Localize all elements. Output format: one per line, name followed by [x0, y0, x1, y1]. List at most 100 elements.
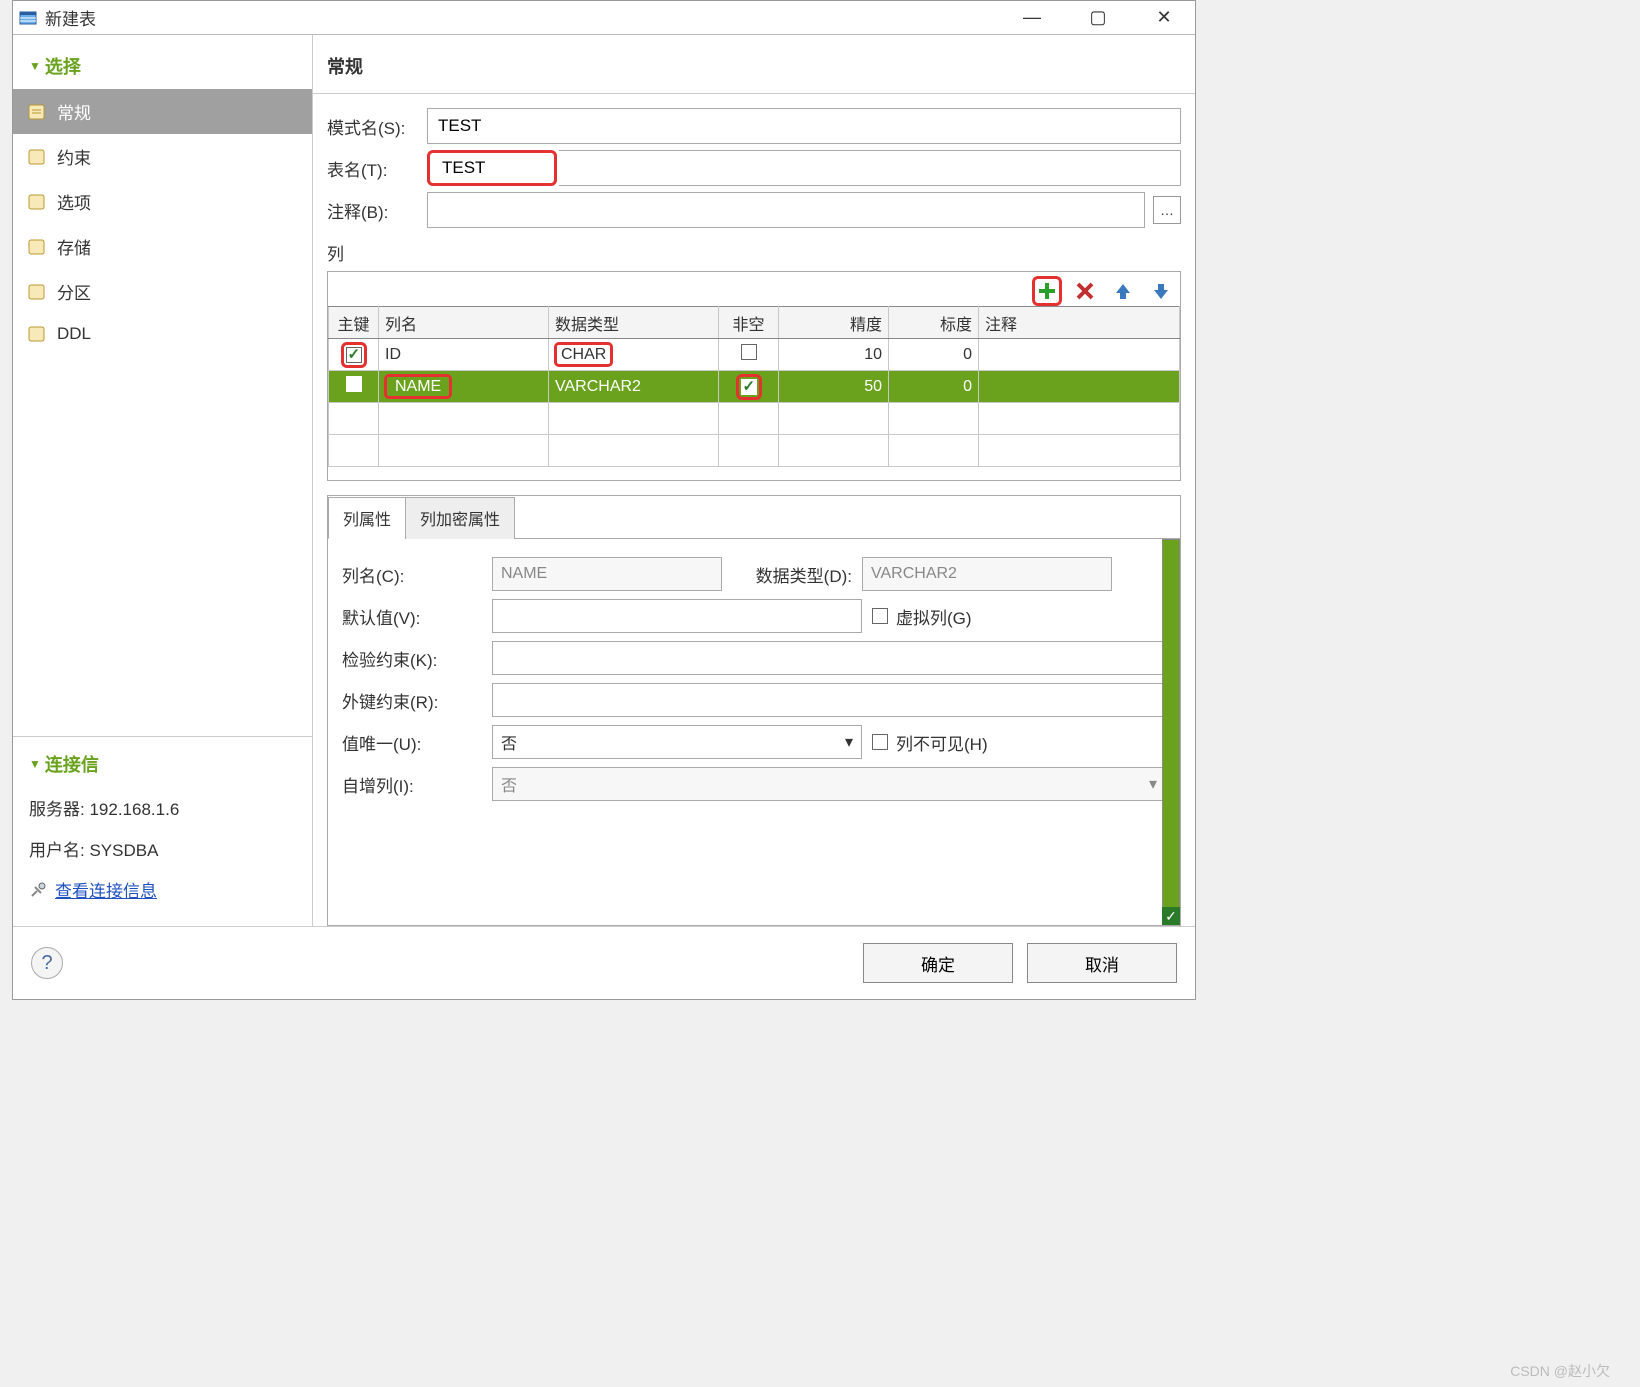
table-row-empty[interactable]: [329, 435, 1180, 467]
sidebar-item-storage[interactable]: 存储: [13, 224, 312, 269]
columns-grid: 主键 列名 数据类型 非空 精度 标度 注释 ID CHAR 10: [327, 271, 1181, 481]
cell-comment[interactable]: [979, 339, 1180, 371]
table-header-row: 主键 列名 数据类型 非空 精度 标度 注释: [329, 307, 1180, 339]
attr-unique-label: 值唯一(U):: [342, 730, 482, 755]
move-up-button[interactable]: [1108, 276, 1138, 306]
schema-label: 模式名(S):: [327, 114, 419, 139]
notnull-checkbox[interactable]: [741, 344, 757, 360]
page-icon: [27, 148, 47, 166]
main-title: 常规: [313, 35, 1195, 94]
virtual-label: 虚拟列(G): [896, 604, 972, 629]
cell-type[interactable]: CHAR: [555, 343, 612, 366]
pk-checkbox[interactable]: [346, 347, 362, 363]
scroll-down-icon[interactable]: ✓: [1162, 907, 1180, 925]
connection-header[interactable]: 连接信: [13, 741, 312, 787]
sidebar-item-label: 选项: [57, 189, 91, 214]
connection-info: 连接信 服务器: 192.168.1.6 用户名: SYSDBA 查看连接信息: [13, 736, 312, 926]
table-row-empty[interactable]: [329, 403, 1180, 435]
user-label: 用户名:: [29, 841, 85, 860]
sidebar-item-constraint[interactable]: 约束: [13, 134, 312, 179]
sidebar-item-partition[interactable]: 分区: [13, 269, 312, 314]
maximize-button[interactable]: ▢: [1083, 7, 1113, 28]
sidebar-item-label: 常规: [57, 99, 91, 124]
th-precision[interactable]: 精度: [779, 307, 889, 339]
attr-default-input[interactable]: [492, 599, 862, 633]
cell-name[interactable]: ID: [379, 339, 549, 371]
view-connection-label: 查看连接信息: [55, 877, 157, 902]
table-row[interactable]: ID CHAR 10 0: [329, 339, 1180, 371]
sidebar: 选择 常规 约束 选项 存储: [13, 35, 313, 926]
th-comment[interactable]: 注释: [979, 307, 1180, 339]
sidebar-item-label: 存储: [57, 234, 91, 259]
th-scale[interactable]: 标度: [889, 307, 979, 339]
attr-autoinc-select[interactable]: 否▾: [492, 767, 1166, 801]
cell-scale[interactable]: 0: [889, 371, 979, 403]
notnull-checkbox[interactable]: [741, 379, 757, 395]
tab-attributes[interactable]: 列属性: [328, 497, 406, 539]
sidebar-select-header[interactable]: 选择: [13, 43, 312, 89]
table-row[interactable]: NAME VARCHAR2 50 0: [329, 371, 1180, 403]
page-icon: [27, 193, 47, 211]
user-row: 用户名: SYSDBA: [13, 828, 312, 869]
attr-datatype-input[interactable]: [862, 557, 1112, 591]
user-value: SYSDBA: [89, 841, 158, 860]
invisible-checkbox[interactable]: [872, 734, 888, 750]
comment-label: 注释(B):: [327, 198, 419, 223]
th-notnull[interactable]: 非空: [719, 307, 779, 339]
attr-check-input[interactable]: [492, 641, 1166, 675]
cell-name[interactable]: NAME: [385, 375, 451, 398]
close-button[interactable]: ✕: [1149, 7, 1179, 28]
sidebar-item-label: 约束: [57, 144, 91, 169]
th-name[interactable]: 列名: [379, 307, 549, 339]
attr-colname-input[interactable]: [492, 557, 722, 591]
invisible-label: 列不可见(H): [896, 730, 988, 755]
attr-autoinc-label: 自增列(I):: [342, 772, 482, 797]
cell-precision[interactable]: 50: [779, 371, 889, 403]
comment-input[interactable]: [427, 192, 1145, 228]
cancel-button[interactable]: 取消: [1027, 943, 1177, 983]
page-icon: [27, 283, 47, 301]
virtual-checkbox[interactable]: [872, 608, 888, 624]
schema-input[interactable]: [427, 108, 1181, 144]
titlebar: 新建表 — ▢ ✕: [13, 1, 1195, 35]
sidebar-item-label: 分区: [57, 279, 91, 304]
comment-more-button[interactable]: …: [1153, 196, 1181, 224]
cell-type[interactable]: VARCHAR2: [549, 371, 719, 403]
cell-precision[interactable]: 10: [779, 339, 889, 371]
add-column-button[interactable]: [1032, 276, 1062, 306]
table-name-label: 表名(T):: [327, 156, 419, 181]
attributes-panel: 列名(C): 数据类型(D): 默认值(V): 虚拟列(G): [328, 539, 1180, 925]
column-details: 列属性 列加密属性 列名(C): 数据类型(D): 默认值(V):: [327, 495, 1181, 926]
table-name-input[interactable]: [432, 153, 552, 183]
attr-fk-input[interactable]: [492, 683, 1166, 717]
page-icon: [27, 238, 47, 256]
cell-comment[interactable]: [979, 371, 1180, 403]
view-connection-link[interactable]: 查看连接信息: [13, 869, 312, 910]
sidebar-item-general[interactable]: 常规: [13, 89, 312, 134]
sidebar-item-options[interactable]: 选项: [13, 179, 312, 224]
pk-checkbox[interactable]: [346, 376, 362, 392]
move-down-button[interactable]: [1146, 276, 1176, 306]
main-panel: 常规 模式名(S): 表名(T): 注释(B): …: [313, 35, 1195, 926]
server-label: 服务器:: [29, 800, 85, 819]
watermark: CSDN @赵小欠: [1510, 1361, 1610, 1381]
help-button[interactable]: ?: [31, 947, 63, 979]
attr-unique-select[interactable]: 否▾: [492, 725, 862, 759]
minimize-button[interactable]: —: [1017, 7, 1047, 28]
page-icon: [27, 325, 47, 343]
sidebar-item-ddl[interactable]: DDL: [13, 314, 312, 354]
scrollbar[interactable]: [1162, 539, 1180, 925]
tab-encrypt[interactable]: 列加密属性: [405, 497, 515, 539]
delete-column-button[interactable]: [1070, 276, 1100, 306]
th-type[interactable]: 数据类型: [549, 307, 719, 339]
chevron-down-icon: ▾: [1149, 774, 1157, 794]
sidebar-item-label: DDL: [57, 324, 91, 344]
columns-group-label: 列: [313, 234, 1195, 267]
ok-button[interactable]: 确定: [863, 943, 1013, 983]
table-name-input-rest[interactable]: [559, 150, 1181, 186]
attr-autoinc-value: 否: [501, 772, 517, 796]
attr-fk-label: 外键约束(R):: [342, 688, 482, 713]
th-pk[interactable]: 主键: [329, 307, 379, 339]
cell-scale[interactable]: 0: [889, 339, 979, 371]
window-title: 新建表: [45, 5, 1017, 30]
